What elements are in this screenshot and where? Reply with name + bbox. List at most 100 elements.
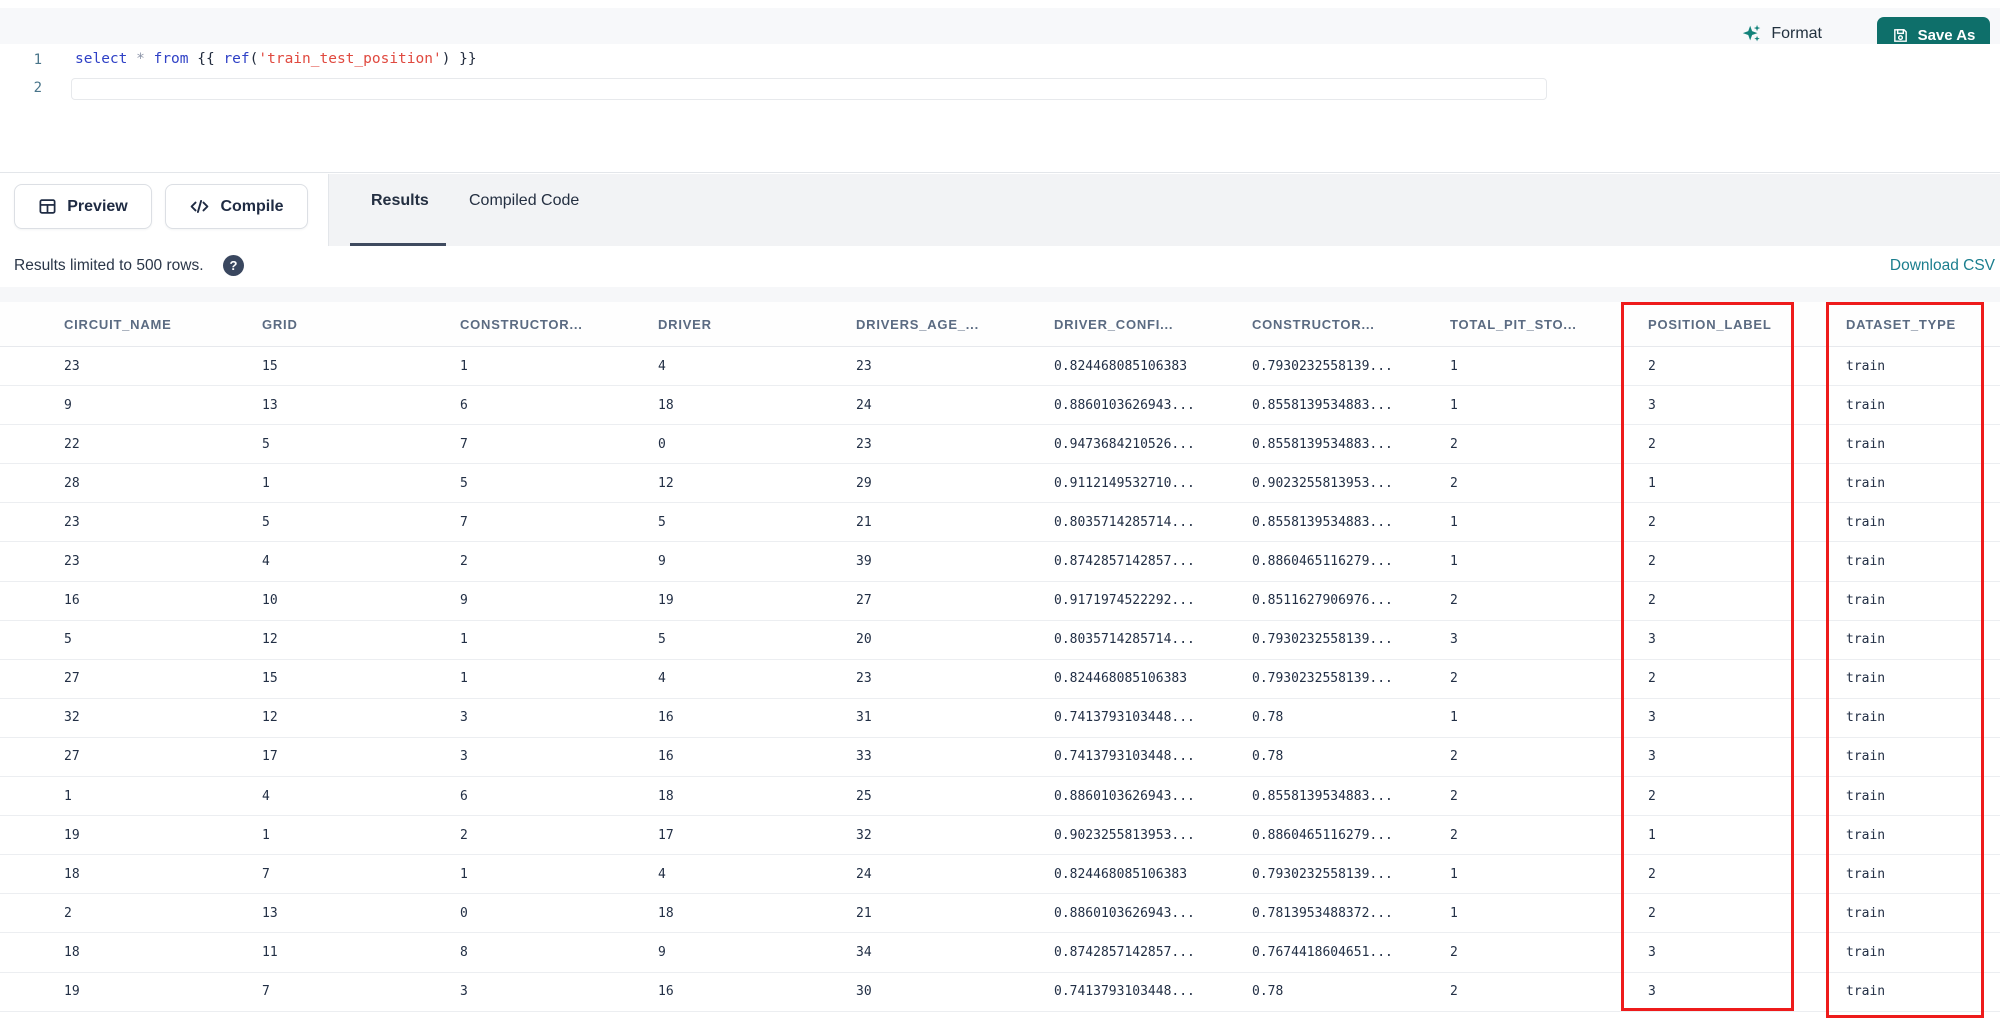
download-csv-link[interactable]: Download CSV xyxy=(1890,257,1995,275)
table-cell: 23 xyxy=(64,514,80,530)
table-cell: 23 xyxy=(856,671,872,687)
code-token: * xyxy=(136,51,145,67)
table-cell: 2 xyxy=(1450,436,1458,452)
table-cell: 3 xyxy=(1450,632,1458,648)
sql-editor[interactable]: 1 2 select * from {{ ref('train_test_pos… xyxy=(0,44,2000,173)
table-cell: 9 xyxy=(64,397,72,413)
table-cell: 4 xyxy=(658,358,666,374)
table-cell: 3 xyxy=(460,749,468,765)
table-cell: 8 xyxy=(460,944,468,960)
table-cell: 0.8860465116279... xyxy=(1252,827,1393,843)
table-cell: 0 xyxy=(658,436,666,452)
table-cell: 1 xyxy=(1450,866,1458,882)
table-cell: train xyxy=(1846,749,1886,765)
column-header: DATASET_TYPE xyxy=(1846,316,1957,332)
table-cell: 30 xyxy=(856,984,872,1000)
table-cell: 20 xyxy=(856,632,872,648)
table-cell: 0.9171974522292... xyxy=(1054,593,1195,609)
table-cell: train xyxy=(1846,632,1886,648)
table-cell: 23 xyxy=(856,436,872,452)
results-table: CIRCUIT_NAME GRID CONSTRUCTOR... DRIVER DRIV… xyxy=(0,287,2000,1020)
table-cell: 18 xyxy=(64,944,80,960)
code-line-2-active[interactable] xyxy=(71,78,1547,100)
table-cell: 0.8558139534883... xyxy=(1252,514,1393,530)
table-cell: 23 xyxy=(64,358,80,374)
table-cell: 1 xyxy=(1450,554,1458,570)
format-button-label: Format xyxy=(1771,25,1822,42)
table-cell: 0.7930232558139... xyxy=(1252,866,1393,882)
table-cell: 0.9023255813953... xyxy=(1054,827,1195,843)
tab-compiled-code[interactable]: Compiled Code xyxy=(469,174,579,246)
table-cell: 0.7413793103448... xyxy=(1054,710,1195,726)
table-cell: 0.7413793103448... xyxy=(1054,749,1195,765)
table-cell: 0.9023255813953... xyxy=(1252,475,1393,491)
table-cell: 15 xyxy=(262,671,278,687)
compile-button[interactable]: Compile xyxy=(165,184,308,229)
table-body: 23 15 1 4 23 0.824468085106383 0.7930232558139… xyxy=(0,347,2000,1012)
table-header-row: CIRCUIT_NAME GRID CONSTRUCTOR... DRIVER DRIV… xyxy=(0,302,2000,347)
table-cell: 2 xyxy=(1648,514,1656,530)
table-cell: 18 xyxy=(64,866,80,882)
table-cell: 2 xyxy=(1648,905,1656,921)
table-cell: 5 xyxy=(64,632,72,648)
table-cell: 0.78 xyxy=(1252,749,1284,765)
table-cell: 0.7930232558139... xyxy=(1252,671,1393,687)
table-row: 1 4 6 18 25 0.8860103626943... 0.8558139534883… xyxy=(0,777,2000,817)
table-row: 23 4 2 9 39 0.8742857142857... 0.8860465116279… xyxy=(0,542,2000,582)
table-cell: 29 xyxy=(856,475,872,491)
code-line-1[interactable]: select * from {{ ref('train_test_positio… xyxy=(75,51,477,67)
table-cell: 0.8860103626943... xyxy=(1054,788,1195,804)
table-cell: 16 xyxy=(658,749,674,765)
column-header: CONSTRUCTOR... xyxy=(460,316,583,332)
table-cell: train xyxy=(1846,710,1886,726)
table-cell: 1 xyxy=(1450,710,1458,726)
table-cell: 0.8511627906976... xyxy=(1252,593,1393,609)
table-cell: 2 xyxy=(1450,475,1458,491)
table-cell: 2 xyxy=(1648,788,1656,804)
table-cell: 32 xyxy=(856,827,872,843)
table-cell: 27 xyxy=(64,671,80,687)
table-cell: 1 xyxy=(262,827,270,843)
table-row: 5 12 1 5 20 0.8035714285714... 0.7930232558139… xyxy=(0,620,2000,660)
table-cell: 11 xyxy=(262,944,278,960)
line-number-1: 1 xyxy=(33,52,42,68)
column-header: TOTAL_PIT_STO... xyxy=(1450,316,1577,332)
table-row: 27 17 3 16 33 0.7413793103448... 0.78 2 3 train xyxy=(0,737,2000,778)
save-icon xyxy=(1892,27,1909,44)
tab-results[interactable]: Results xyxy=(371,174,429,246)
table-cell: 33 xyxy=(856,749,872,765)
table-row: 2 13 0 18 21 0.8860103626943... 0.781395348837… xyxy=(0,894,2000,934)
table-cell: 0.9112149532710... xyxy=(1054,475,1195,491)
preview-button[interactable]: Preview xyxy=(14,184,152,229)
results-limit-text: Results limited to 500 rows. xyxy=(14,257,204,274)
table-cell: 3 xyxy=(1648,984,1656,1000)
table-cell: 0.8860465116279... xyxy=(1252,554,1393,570)
table-cell: 1 xyxy=(460,866,468,882)
table-cell: 0.8860103626943... xyxy=(1054,905,1195,921)
table-cell: 28 xyxy=(64,475,80,491)
table-cell: 2 xyxy=(1648,358,1656,374)
table-cell: 7 xyxy=(460,436,468,452)
table-cell: 9 xyxy=(460,593,468,609)
code-token: ref xyxy=(223,51,250,67)
table-cell: 24 xyxy=(856,397,872,413)
table-cell: train xyxy=(1846,671,1886,687)
table-cell: 4 xyxy=(658,866,666,882)
table-cell: 10 xyxy=(262,593,278,609)
code-token: from xyxy=(153,51,189,67)
table-cell: 3 xyxy=(460,710,468,726)
table-cell: 0.78 xyxy=(1252,710,1284,726)
code-token: select xyxy=(75,51,128,67)
table-cell: 5 xyxy=(658,632,666,648)
column-header: GRID xyxy=(262,316,298,332)
table-cell: 0.8035714285714... xyxy=(1054,632,1195,648)
table-row: 18 11 8 9 34 0.8742857142857... 0.767441860465… xyxy=(0,933,2000,973)
table-cell: 9 xyxy=(658,944,666,960)
table-cell: 0.7413793103448... xyxy=(1054,984,1195,1000)
help-icon[interactable]: ? xyxy=(223,255,244,276)
table-cell: 1 xyxy=(460,632,468,648)
table-cell: train xyxy=(1846,436,1886,452)
table-cell: 0 xyxy=(460,905,468,921)
